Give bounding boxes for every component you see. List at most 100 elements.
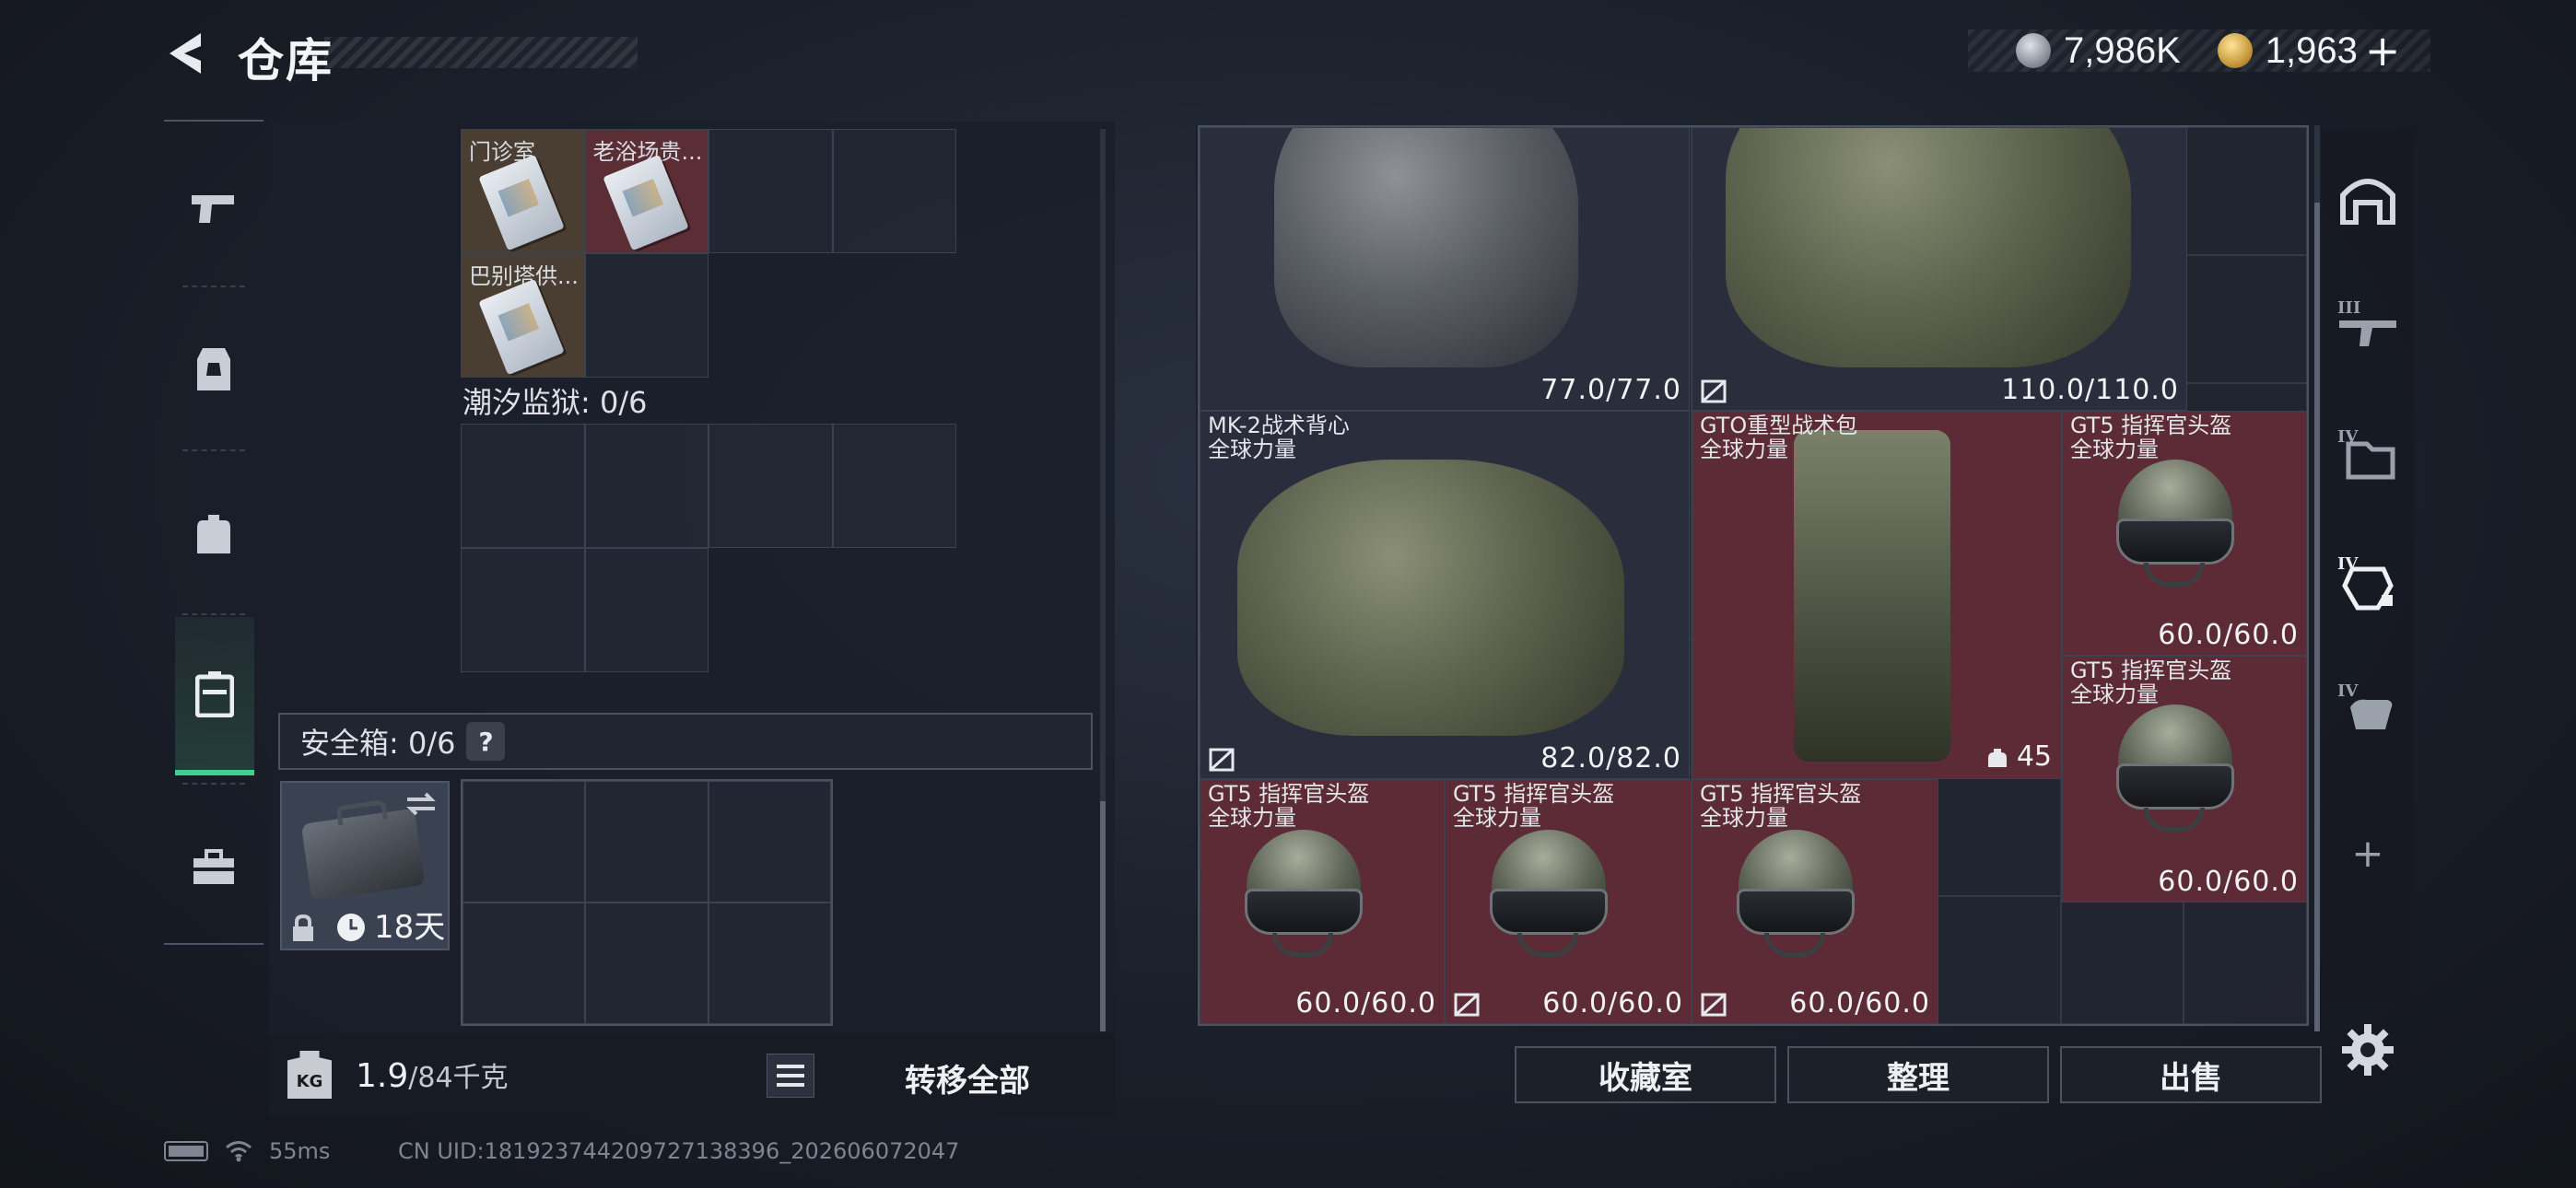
help-button[interactable]: ? — [466, 722, 506, 761]
sort-button[interactable]: 整理 — [1787, 1046, 2049, 1103]
nav-weapons[interactable] — [164, 129, 263, 287]
empty-slot[interactable] — [832, 424, 956, 548]
empty-slot[interactable] — [584, 548, 708, 672]
vest-image — [1274, 128, 1578, 367]
item-durability: 60.0/60.0 — [2158, 866, 2299, 898]
filter-tier3-weapon[interactable]: III — [2322, 278, 2414, 370]
back-button[interactable] — [162, 28, 208, 79]
inventory-item-gt5-helmet[interactable]: GT5 指挥官头盔 全球力量 60.0/60.0 — [1692, 779, 1938, 1024]
safe-box-container[interactable]: 18天 — [280, 781, 450, 950]
item-durability: 60.0/60.0 — [2158, 619, 2299, 651]
inventory-item-gt5-helmet[interactable]: GT5 指挥官头盔 全球力量 60.0/60.0 — [1200, 779, 1445, 1024]
nav-backpack[interactable] — [164, 455, 263, 613]
safe-box-header: 安全箱: 0/6 ? — [278, 713, 1093, 770]
item-name-block: GT5 指挥官头盔 全球力量 — [1453, 782, 1614, 830]
empty-slot[interactable] — [461, 424, 585, 548]
item-capacity: 45 — [2016, 740, 2052, 773]
empty-slot[interactable] — [708, 424, 833, 548]
settings-gear-icon[interactable] — [2340, 1022, 2395, 1077]
filter-nav: III IV IV IV + — [2322, 129, 2414, 1004]
item-durability: 77.0/77.0 — [1540, 374, 1681, 406]
item-name: GT5 指挥官头盔 — [2070, 413, 2232, 438]
item-subtitle: 全球力量 — [1700, 437, 1788, 462]
empty-slot[interactable] — [708, 129, 833, 253]
keycard-icon — [478, 154, 565, 251]
weight-icon: KG — [287, 1051, 332, 1099]
inventory-item-gt5-helmet[interactable]: GT5 指挥官头盔 全球力量 60.0/60.0 — [1445, 779, 1692, 1024]
left-scrollbar-thumb[interactable] — [1100, 801, 1106, 1031]
list-view-button[interactable] — [767, 1054, 814, 1098]
inventory-item-mk2-vest[interactable]: MK-2战术背心 全球力量 82.0/82.0 — [1200, 411, 1690, 779]
case-icon — [195, 671, 234, 717]
tier3-rifle-icon: III — [2337, 298, 2396, 346]
tier4-hand-icon: IV — [2337, 681, 2393, 729]
keycard-slot[interactable]: 门诊室 — [461, 129, 585, 253]
lock-icon — [293, 914, 313, 941]
filter-tier4-armor[interactable]: IV — [2322, 536, 2414, 628]
right-scrollbar-thumb[interactable] — [2314, 203, 2320, 1031]
svg-text:IV: IV — [2337, 681, 2359, 701]
add-currency-button[interactable]: + — [2365, 26, 2401, 76]
weight-max: /84千克 — [408, 1062, 509, 1094]
filter-bunker[interactable] — [2322, 153, 2414, 245]
transfer-all-button[interactable]: 转移全部 — [905, 1055, 1030, 1101]
battery-icon — [164, 1141, 208, 1161]
clock-icon — [337, 914, 365, 941]
keycard-slot[interactable]: 老浴场贵... — [584, 129, 708, 253]
empty-slot[interactable] — [461, 548, 585, 672]
helmet-image — [1228, 826, 1379, 964]
empty-slot[interactable] — [832, 129, 956, 253]
empty-slot[interactable] — [585, 903, 708, 1024]
item-name-block: GT5 指挥官头盔 全球力量 — [1208, 782, 1369, 830]
backpack-image — [1794, 430, 1950, 762]
keycard-icon — [478, 278, 565, 376]
page-title: 仓库 — [238, 34, 334, 87]
nav-armor[interactable] — [164, 291, 263, 449]
back-arrow-icon — [170, 33, 201, 74]
nav-toolbox[interactable] — [164, 788, 263, 947]
tier4-folder-icon: IV — [2337, 427, 2395, 480]
filter-tier4-folder[interactable]: IV — [2322, 407, 2414, 499]
item-name-block: MK-2战术背心 全球力量 — [1208, 413, 1350, 461]
vest-image — [1726, 128, 2131, 367]
sell-button[interactable]: 出售 — [2060, 1046, 2322, 1103]
item-subtitle: 全球力量 — [1453, 805, 1541, 831]
inventory-item-gt5-helmet[interactable]: GT5 指挥官头盔 全球力量 60.0/60.0 — [2062, 411, 2307, 656]
weight-bar: KG 1.9/84千克 转移全部 — [269, 1033, 1115, 1116]
item-name: GT5 指挥官头盔 — [1453, 781, 1615, 807]
filter-tier4-gloves[interactable]: IV — [2322, 661, 2414, 753]
keycard-slot[interactable]: 巴别塔供... — [461, 253, 585, 378]
safe-case-icon — [300, 808, 426, 902]
empty-slot[interactable] — [708, 781, 831, 903]
add-filter-button[interactable]: + — [2322, 807, 2414, 899]
empty-slot[interactable] — [708, 903, 831, 1024]
collection-room-button[interactable]: 收藏室 — [1515, 1046, 1776, 1103]
prison-keycard-grid — [461, 424, 956, 672]
svg-text:III: III — [2337, 298, 2360, 318]
item-name-block: GT5 指挥官头盔 全球力量 — [2070, 658, 2231, 706]
inventory-item-gt5-helmet[interactable]: GT5 指挥官头盔 全球力量 60.0/60.0 — [2062, 656, 2307, 903]
vest-icon — [197, 348, 230, 390]
item-name-block: GTO重型战术包 全球力量 — [1700, 413, 1857, 461]
no-insure-icon — [1701, 379, 1727, 403]
weight-current: 1.9 — [356, 1057, 409, 1095]
bunker-icon — [2340, 179, 2395, 225]
weight-readout: 1.9/84千克 — [356, 1054, 509, 1095]
empty-slot[interactable] — [584, 424, 708, 548]
toolbox-icon — [193, 849, 234, 884]
inventory-item-gto-backpack[interactable]: GTO重型战术包 全球力量 45 — [1692, 411, 2062, 779]
empty-slot[interactable] — [463, 903, 586, 1024]
safe-box-grid — [461, 779, 833, 1026]
empty-slot[interactable] — [584, 253, 708, 378]
ping-readout: 55ms — [269, 1138, 331, 1164]
item-subtitle: 全球力量 — [1208, 805, 1296, 831]
inventory-item-vest[interactable]: 77.0/77.0 — [1200, 127, 1690, 411]
item-name: GT5 指挥官头盔 — [1700, 781, 1862, 807]
item-name-block: GT5 指挥官头盔 全球力量 — [2070, 413, 2231, 461]
empty-slot[interactable] — [463, 781, 586, 903]
inventory-item-vest[interactable]: 110.0/110.0 — [1692, 127, 2187, 411]
empty-slot[interactable] — [585, 781, 708, 903]
currency-bar: 7,986K 1,963 + — [1968, 26, 2430, 76]
nav-containers[interactable] — [175, 617, 254, 775]
item-durability: 110.0/110.0 — [2001, 374, 2179, 406]
